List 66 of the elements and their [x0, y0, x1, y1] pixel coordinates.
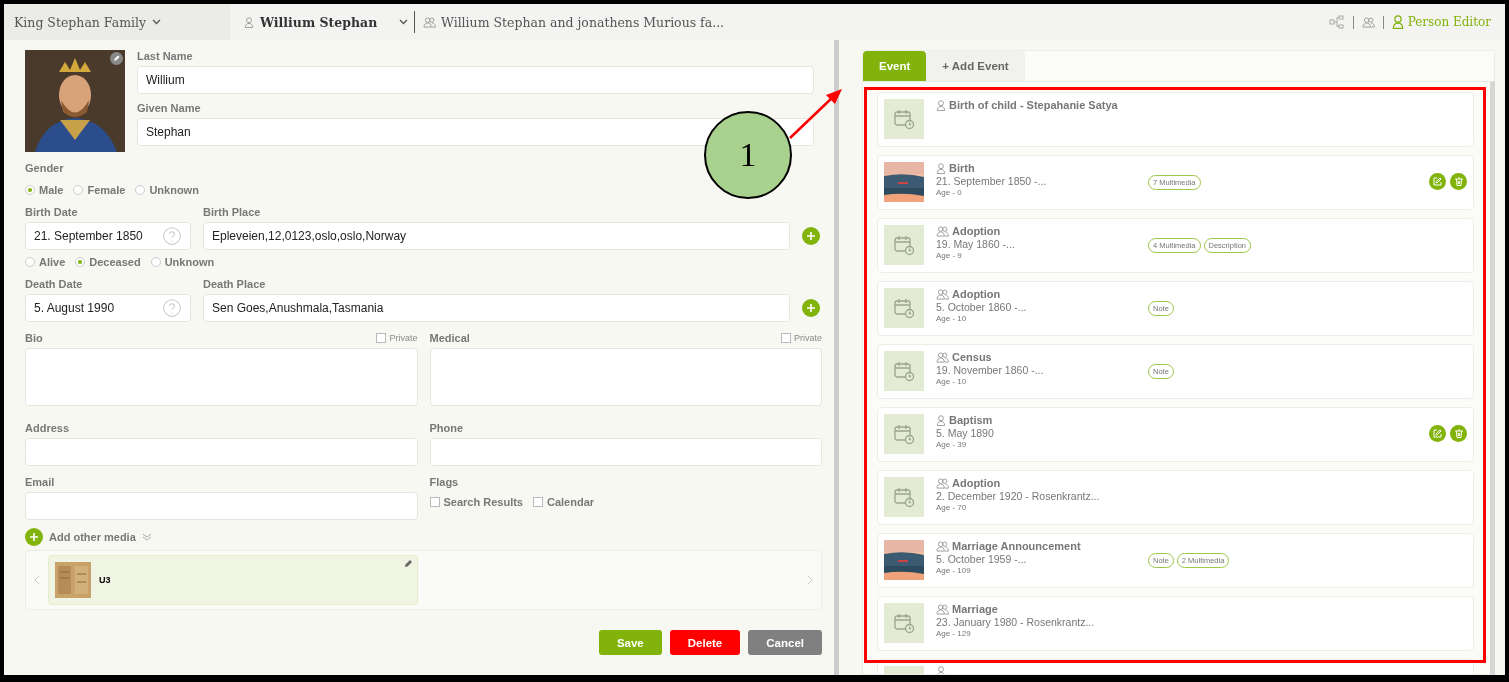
- event-date: 19. May 1860 -...: [936, 238, 1016, 250]
- field-label: Email: [25, 476, 56, 488]
- birth-date-field[interactable]: 21. September 1850: [25, 222, 191, 250]
- event-title: Adoption: [952, 225, 1001, 237]
- death-place-field[interactable]: Sen Goes,Anushmala,Tasmania: [203, 294, 790, 322]
- radio-label: Unknown: [164, 256, 215, 268]
- cancel-button[interactable]: Cancel: [748, 630, 822, 655]
- event-age: Age - 0: [936, 188, 963, 197]
- checkbox-label: Search Results: [443, 496, 523, 508]
- event-age: Age - 70: [936, 503, 968, 512]
- field-label: Gender: [25, 162, 65, 174]
- event-date: 5. May 1890: [936, 427, 995, 439]
- add-media-link[interactable]: Add other media: [49, 531, 136, 543]
- event-card[interactable]: Birth of child - Stepahanie Satya: [877, 92, 1474, 147]
- radio-label: Male: [39, 184, 64, 196]
- person-name[interactable]: Willium Stephan: [260, 14, 378, 30]
- event-title: Birth of child - Stepahanie Satya: [949, 99, 1118, 111]
- media-card[interactable]: U3: [48, 555, 418, 605]
- callout-number: 1: [704, 111, 792, 199]
- field-label: Medical: [429, 332, 470, 344]
- event-age: Age - 109: [936, 566, 972, 575]
- event-card[interactable]: Marriage 23. January 1980 - Rosenkrantz... Age - 129: [877, 596, 1474, 651]
- radio-label: Unknown: [149, 184, 199, 196]
- radio-label: Female: [87, 184, 126, 196]
- radio-label: Deceased: [89, 256, 141, 268]
- checkbox-label: Private: [389, 333, 418, 343]
- event-card[interactable]: Baptism 5. May 1890 Age - 39: [877, 407, 1474, 462]
- checkbox-label: Private: [794, 333, 822, 343]
- field-label: Last Name: [137, 50, 194, 62]
- event-date: 21. September 1850 -...: [936, 175, 1048, 187]
- delete-button[interactable]: Delete: [669, 630, 741, 655]
- field-label: Given Name: [137, 102, 202, 114]
- event-date: 5. October 1860 -...: [936, 301, 1028, 313]
- field-label: Death Date: [25, 278, 84, 290]
- event-date: 23. January 1980 - Rosenkrantz...: [936, 616, 1096, 628]
- tab[interactable]: + Add Event: [926, 51, 1025, 81]
- event-title: Baptism: [949, 414, 993, 426]
- birth-place-field[interactable]: Epleveien,12,0123,oslo,oslo,Norway: [203, 222, 790, 250]
- event-age: Age - 39: [936, 440, 968, 449]
- field-label: Death Place: [203, 278, 267, 290]
- field-label: Bio: [25, 332, 43, 344]
- event-title: Marriage Announcement: [952, 540, 1081, 552]
- event-age: Age - 10: [936, 314, 968, 323]
- field-label: Birth Place: [203, 206, 262, 218]
- field-label: Address: [25, 422, 71, 434]
- last-name-field[interactable]: Willium: [137, 66, 814, 94]
- event-title: Birth: [949, 162, 975, 174]
- event-date: 19. November 1860 -...: [936, 364, 1045, 376]
- field-label: Flags: [429, 476, 460, 488]
- field-label: Birth Date: [25, 206, 79, 218]
- event-title: Census: [952, 351, 992, 363]
- event-title: Adoption: [952, 288, 1001, 300]
- event-card[interactable]: Adoption 2. December 1920 - Rosenkrantz... Age - 70: [877, 470, 1474, 525]
- event-age: Age - 10: [936, 377, 968, 386]
- checkbox-label: Calendar: [547, 496, 595, 508]
- relation-name[interactable]: Willium Stephan and jonathens Murious fa...: [441, 14, 725, 30]
- radio-label: Alive: [39, 256, 66, 268]
- event-date: 2. December 1920 - Rosenkrantz...: [936, 490, 1101, 502]
- death-date-field[interactable]: 5. August 1990: [25, 294, 191, 322]
- event-date: 5. October 1959 -...: [936, 553, 1028, 565]
- event-age: Age - 129: [936, 629, 972, 638]
- media-name: U3: [99, 575, 111, 585]
- event-title: Marriage: [952, 603, 998, 615]
- field-label: Phone: [429, 422, 465, 434]
- event-title: Adoption: [952, 477, 1001, 489]
- event-age: Age - 9: [936, 251, 963, 260]
